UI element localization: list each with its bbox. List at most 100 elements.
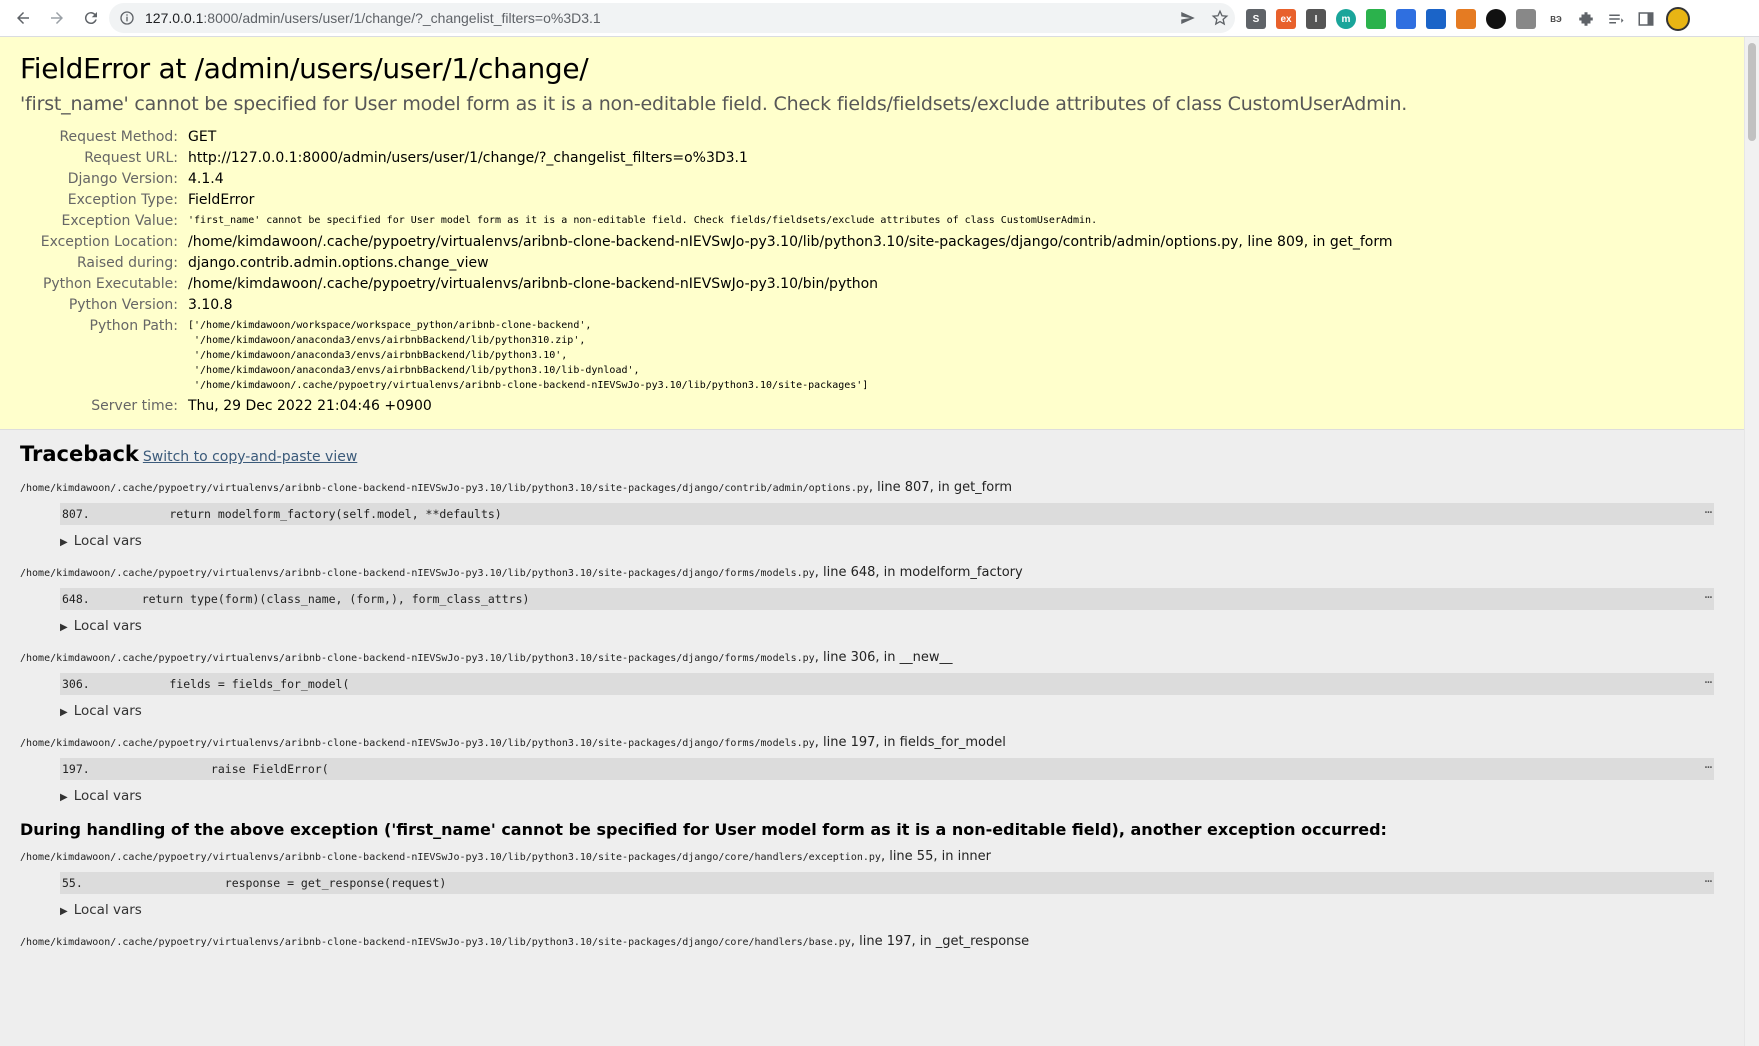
expand-context-icon[interactable]: ⋯ xyxy=(1705,874,1712,888)
chained-exception-heading: During handling of the above exception (… xyxy=(20,820,1387,839)
context-line[interactable]: 648. return type(form)(class_name, (form… xyxy=(60,588,1714,610)
extension-icon[interactable]: m xyxy=(1336,9,1356,29)
expand-context-icon[interactable]: ⋯ xyxy=(1705,760,1712,774)
profile-avatar[interactable] xyxy=(1666,7,1690,31)
frame-location: /home/kimdawoon/.cache/pypoetry/virtuale… xyxy=(20,650,1724,665)
extension-icon[interactable]: ex xyxy=(1276,9,1296,29)
meta-row: Django Version: 4.1.4 xyxy=(20,169,1393,190)
frame-path: /home/kimdawoon/.cache/pypoetry/virtuale… xyxy=(20,852,881,863)
meta-row: Request URL: http://127.0.0.1:8000/admin… xyxy=(20,148,1393,169)
reload-button[interactable] xyxy=(76,3,106,33)
meta-label: Exception Type: xyxy=(67,192,178,208)
back-button[interactable] xyxy=(8,3,38,33)
extension-icon[interactable]: ВЭ xyxy=(1546,9,1566,29)
send-icon[interactable] xyxy=(1179,9,1197,27)
extension-icon[interactable] xyxy=(1486,9,1506,29)
meta-label: Python Path: xyxy=(89,318,178,334)
scrollbar-thumb[interactable] xyxy=(1748,43,1756,141)
triangle-right-icon: ▶ xyxy=(60,792,68,803)
reading-list-icon[interactable] xyxy=(1606,9,1626,29)
info-icon[interactable] xyxy=(119,10,135,26)
meta-label: Exception Location: xyxy=(40,234,178,250)
extension-icon[interactable] xyxy=(1426,9,1446,29)
browser-toolbar: 127.0.0.1:8000/admin/users/user/1/change… xyxy=(0,0,1759,37)
triangle-right-icon: ▶ xyxy=(60,906,68,917)
meta-value: GET xyxy=(188,129,217,145)
frame-where: , line 306, in __new__ xyxy=(814,650,953,665)
meta-value: ['/home/kimdawoon/workspace/workspace_py… xyxy=(188,316,1393,396)
arrow-right-icon xyxy=(51,12,63,24)
side-panel-icon[interactable] xyxy=(1636,9,1656,29)
metamask-icon[interactable] xyxy=(1456,9,1476,29)
exception-message: 'first_name' cannot be specified for Use… xyxy=(20,93,1408,115)
meta-label: Request URL: xyxy=(84,150,178,166)
triangle-right-icon: ▶ xyxy=(60,622,68,633)
context-line[interactable]: 55. response = get_response(request) ⋯ xyxy=(60,872,1714,894)
expand-context-icon[interactable]: ⋯ xyxy=(1705,505,1712,519)
url-path: :8000/admin/users/user/1/change/?_change… xyxy=(203,10,601,26)
meta-value: http://127.0.0.1:8000/admin/users/user/1… xyxy=(188,150,748,166)
meta-label: Raised during: xyxy=(76,255,178,271)
meta-value: FieldError xyxy=(188,192,255,208)
frame-location: /home/kimdawoon/.cache/pypoetry/virtuale… xyxy=(20,934,1724,949)
meta-label: Request Method: xyxy=(59,129,178,145)
meta-row: Server time: Thu, 29 Dec 2022 21:04:46 +… xyxy=(20,396,1393,417)
local-vars-toggle[interactable]: ▶ Local vars xyxy=(60,703,1724,719)
copy-paste-view-link[interactable]: Switch to copy-and-paste view xyxy=(143,449,357,465)
url-host: 127.0.0.1 xyxy=(145,10,204,26)
puzzle-icon[interactable] xyxy=(1576,9,1596,29)
traceback-title: Traceback xyxy=(20,442,139,466)
traceback-header: Traceback Switch to copy-and-paste view xyxy=(20,442,1724,466)
expand-context-icon[interactable]: ⋯ xyxy=(1705,590,1712,604)
meta-row: Python Path: ['/home/kimdawoon/workspace… xyxy=(20,316,1393,396)
page-title: FieldError at /admin/users/user/1/change… xyxy=(20,52,589,85)
extension-icon[interactable] xyxy=(1396,9,1416,29)
context-line[interactable]: 197. raise FieldError(⋯ xyxy=(60,758,1714,780)
extensions-bar: S ex I m ВЭ xyxy=(1246,7,1690,31)
extension-icon[interactable]: S xyxy=(1246,9,1266,29)
meta-row: Python Version: 3.10.8 xyxy=(20,295,1393,316)
meta-row: Request Method: GET xyxy=(20,127,1393,148)
extension-icon[interactable] xyxy=(1516,9,1536,29)
frame-where: , line 807, in get_form xyxy=(868,480,1012,495)
forward-button[interactable] xyxy=(42,3,72,33)
triangle-right-icon: ▶ xyxy=(60,707,68,718)
meta-value: /home/kimdawoon/.cache/pypoetry/virtuale… xyxy=(188,234,1393,250)
vertical-scrollbar[interactable] xyxy=(1744,37,1759,1046)
extension-icon[interactable] xyxy=(1366,9,1386,29)
meta-label: Django Version: xyxy=(67,171,178,187)
code-text: response = get_response(request) xyxy=(114,876,447,890)
line-number: 55. xyxy=(62,876,83,890)
frame-path: /home/kimdawoon/.cache/pypoetry/virtuale… xyxy=(20,937,851,948)
url-text[interactable]: 127.0.0.1:8000/admin/users/user/1/change… xyxy=(145,10,601,26)
bookmark-star-icon[interactable] xyxy=(1211,9,1229,27)
frame-location: /home/kimdawoon/.cache/pypoetry/virtuale… xyxy=(20,480,1724,495)
local-vars-toggle[interactable]: ▶ Local vars xyxy=(60,618,1724,634)
request-meta-table: Request Method: GET Request URL: http://… xyxy=(20,127,1393,417)
reload-icon xyxy=(84,12,97,25)
context-line[interactable]: 807. return modelform_factory(self.model… xyxy=(60,503,1714,525)
line-number: 197. xyxy=(62,762,90,776)
local-vars-toggle[interactable]: ▶ Local vars xyxy=(60,788,1724,804)
meta-row: Raised during: django.contrib.admin.opti… xyxy=(20,253,1393,274)
error-summary: FieldError at /admin/users/user/1/change… xyxy=(0,37,1744,430)
frame-where: , line 55, in inner xyxy=(880,849,992,864)
address-bar[interactable]: 127.0.0.1:8000/admin/users/user/1/change… xyxy=(109,3,1235,33)
line-number: 306. xyxy=(62,677,90,691)
local-vars-toggle[interactable]: ▶ Local vars xyxy=(60,533,1724,549)
frame-path: /home/kimdawoon/.cache/pypoetry/virtuale… xyxy=(20,568,815,579)
expand-context-icon[interactable]: ⋯ xyxy=(1705,675,1712,689)
meta-label: Python Version: xyxy=(68,297,178,313)
meta-row: Exception Location: /home/kimdawoon/.cac… xyxy=(20,232,1393,253)
context-line[interactable]: 306. fields = fields_for_model(⋯ xyxy=(60,673,1714,695)
local-vars-toggle[interactable]: ▶ Local vars xyxy=(60,902,1724,918)
frame-path: /home/kimdawoon/.cache/pypoetry/virtuale… xyxy=(20,653,815,664)
extension-icon[interactable]: I xyxy=(1306,9,1326,29)
frame-where: , line 197, in fields_for_model xyxy=(814,735,1006,750)
meta-label: Server time: xyxy=(91,398,178,414)
meta-value: 4.1.4 xyxy=(188,171,224,187)
meta-row: Exception Value: 'first_name' cannot be … xyxy=(20,211,1393,232)
frame-path: /home/kimdawoon/.cache/pypoetry/virtuale… xyxy=(20,738,815,749)
code-text: return modelform_factory(self.model, **d… xyxy=(114,507,502,521)
frame-where: , line 197, in _get_response xyxy=(850,934,1030,949)
